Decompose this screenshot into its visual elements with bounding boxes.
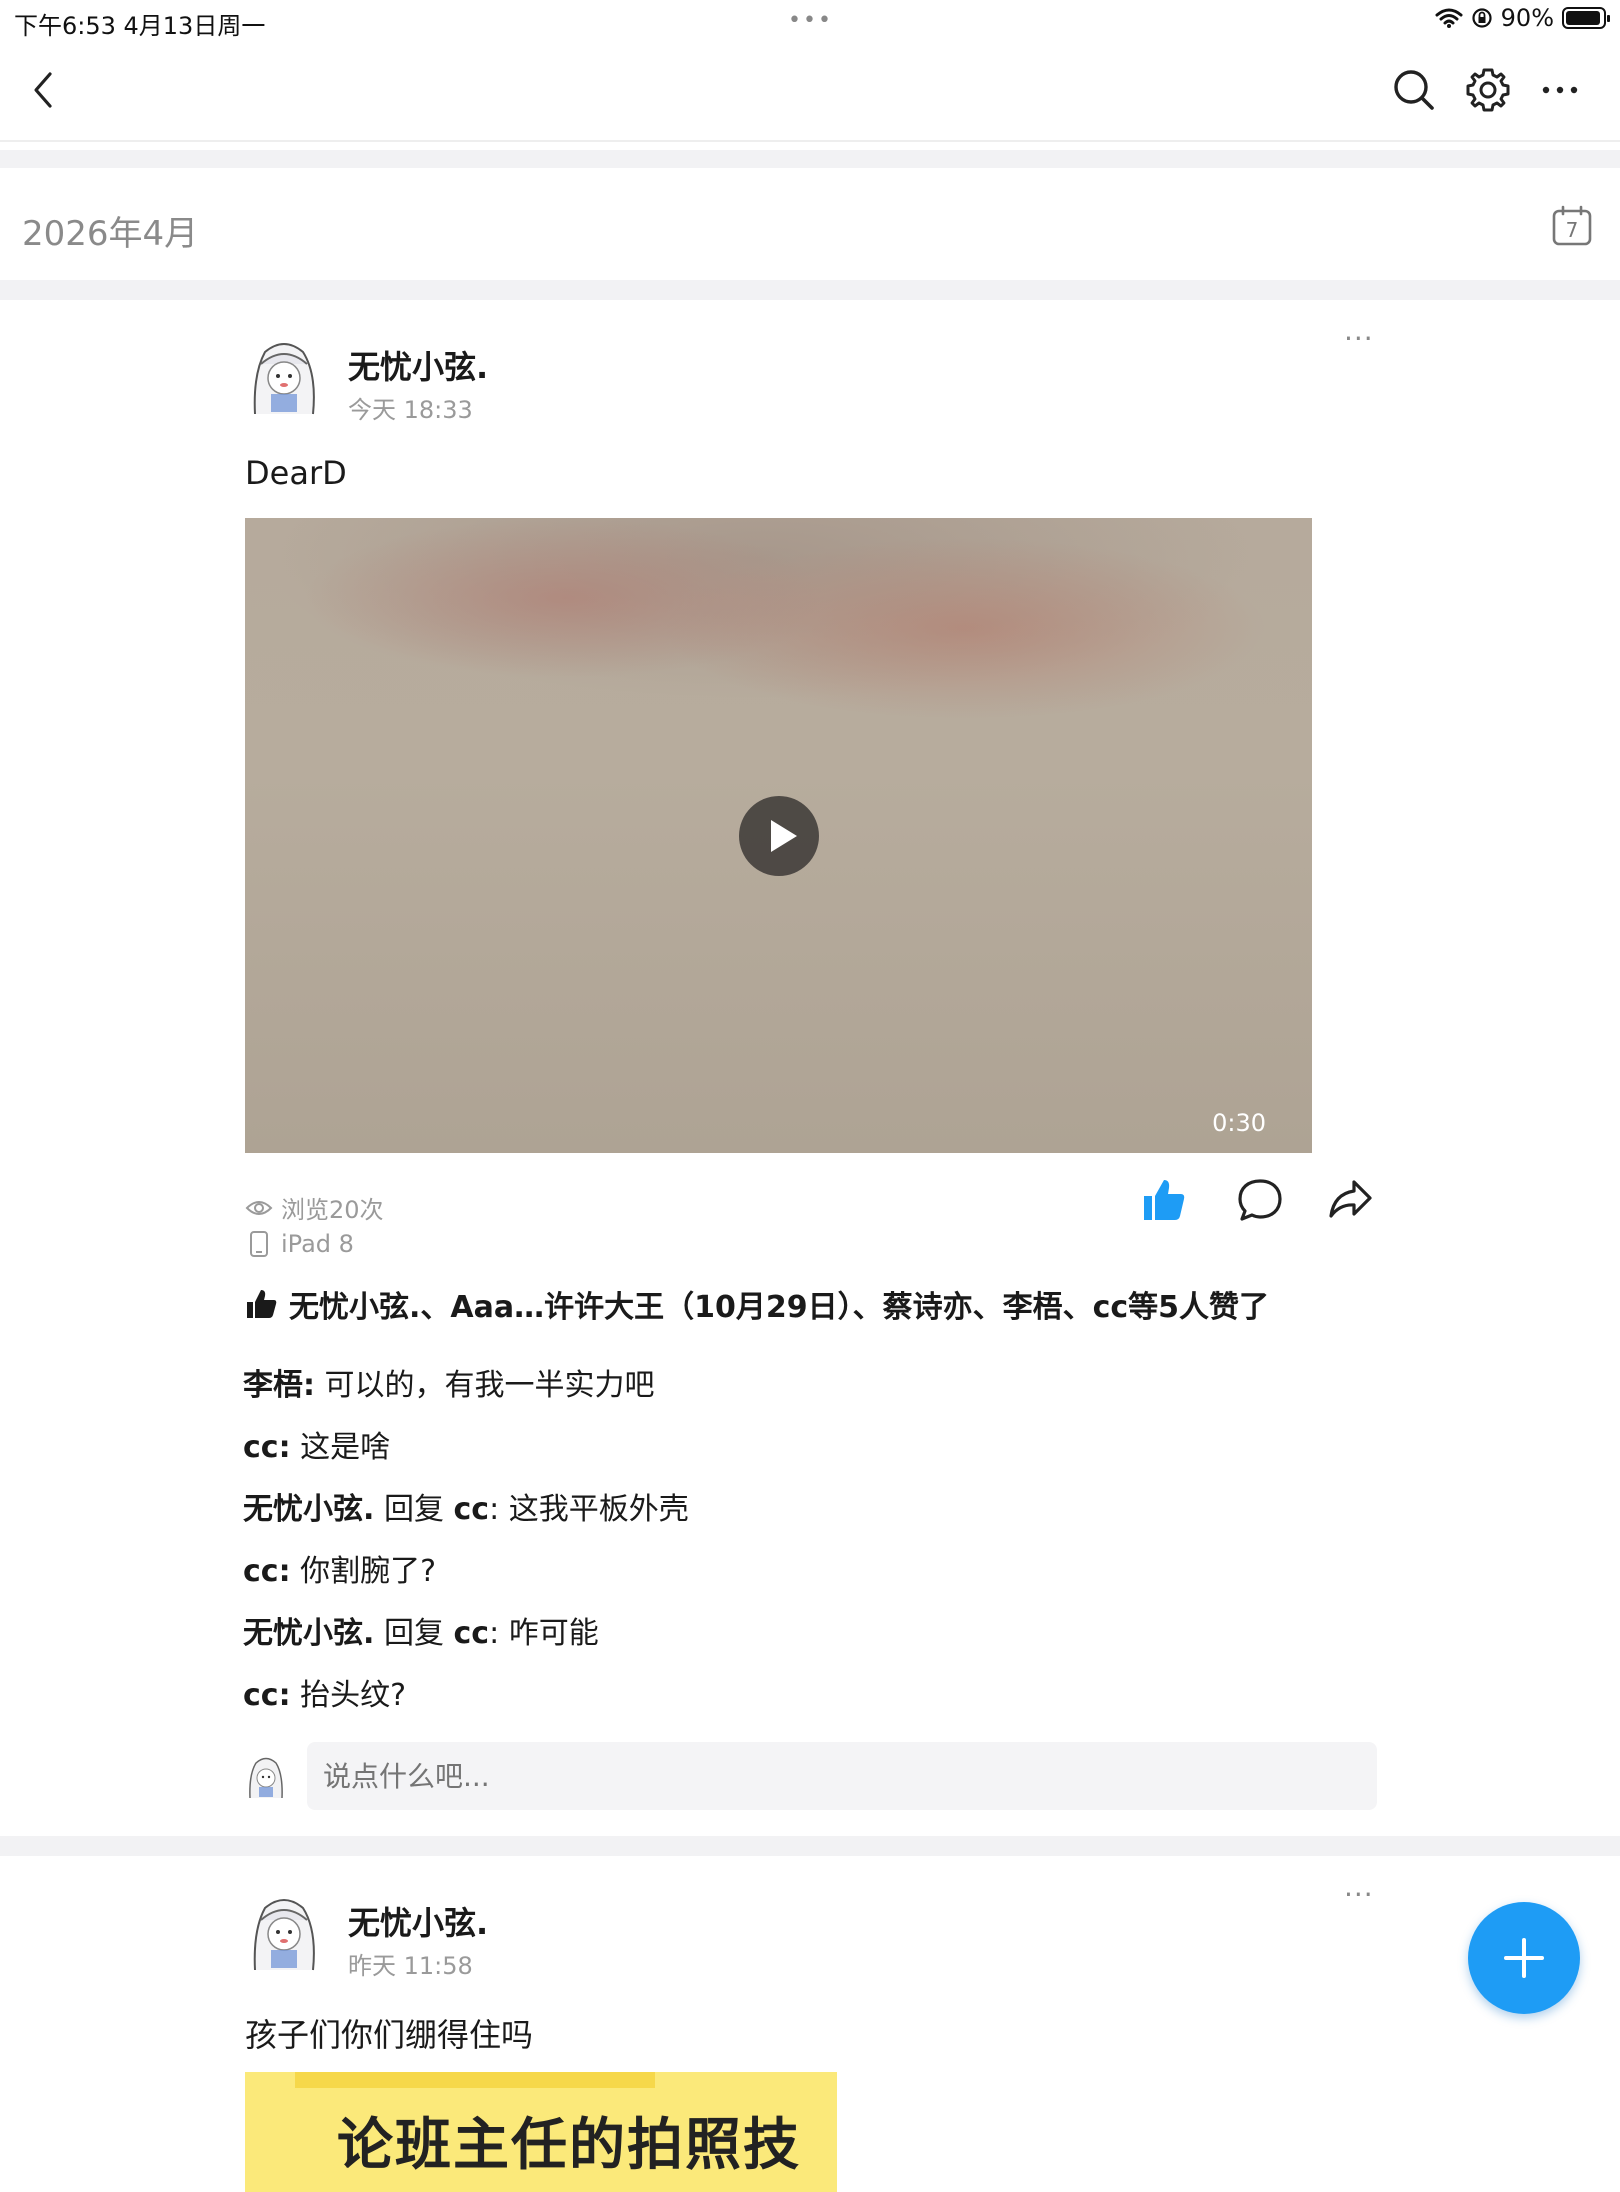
wifi-icon: [1435, 8, 1463, 28]
status-right: 90%: [1435, 4, 1610, 32]
section-separator: [0, 150, 1620, 168]
eye-icon: [245, 1200, 273, 1215]
battery-icon: [1562, 7, 1610, 29]
comment-item[interactable]: cc: 这是啥: [243, 1422, 390, 1466]
comment-text: 这是啥: [300, 1430, 391, 1465]
reply-to[interactable]: cc: [454, 1616, 490, 1651]
post-more-icon[interactable]: ···: [1344, 322, 1374, 355]
comment-item[interactable]: 李梧: 可以的，有我一半实力吧: [243, 1360, 655, 1404]
share-icon[interactable]: [1326, 1176, 1374, 1224]
video-player[interactable]: 0:30: [245, 518, 1312, 1153]
calendar-icon[interactable]: 7: [1550, 204, 1594, 248]
calendar-day: 7: [1566, 218, 1579, 242]
gear-icon[interactable]: [1464, 66, 1512, 114]
like-icon[interactable]: [1140, 1176, 1188, 1224]
search-icon[interactable]: [1390, 66, 1438, 114]
orientation-lock-icon: [1472, 8, 1492, 28]
avatar[interactable]: [245, 1890, 323, 1974]
status-time-date: 下午6:53 4月13日周一: [14, 12, 266, 40]
comment-item[interactable]: 无忧小弦. 回复 cc: 咋可能: [243, 1608, 599, 1652]
multitasking-dots[interactable]: •••: [788, 8, 833, 33]
post-text: 孩子们你们绷得住吗: [245, 2016, 534, 2054]
comment-author[interactable]: cc:: [243, 1554, 291, 1589]
month-header: 2026年4月 7: [0, 168, 1620, 280]
reply-word: 回复: [383, 1492, 444, 1527]
post-time: 昨天 11:58: [348, 1952, 473, 1980]
comment-text: 可以的，有我一半实力吧: [324, 1368, 655, 1403]
post-text: DearD: [245, 454, 347, 492]
post-image[interactable]: 论班主任的拍照技术: [245, 2072, 837, 2192]
battery-percent: 90%: [1500, 4, 1554, 32]
back-icon[interactable]: [26, 70, 66, 110]
comment-author[interactable]: 李梧:: [243, 1368, 315, 1403]
comment-author[interactable]: cc:: [243, 1678, 291, 1713]
avatar[interactable]: [245, 334, 323, 418]
view-count-text: 浏览20次: [281, 1196, 384, 1224]
likes-text[interactable]: 无忧小弦.、Aaa…许许大王（10月29日）、蔡诗亦、李梧、cc等5人赞了: [289, 1282, 1269, 1326]
my-avatar: [245, 1752, 287, 1800]
more-icon[interactable]: [1536, 66, 1584, 114]
comment-text: : 这我平板外壳: [489, 1492, 689, 1527]
video-duration: 0:30: [1212, 1109, 1266, 1137]
comment-icon[interactable]: [1236, 1176, 1284, 1224]
comment-text: 你割腕了?: [300, 1554, 437, 1589]
comment-input[interactable]: [307, 1742, 1377, 1810]
post-author[interactable]: 无忧小弦.: [348, 342, 488, 388]
view-count: 浏览20次: [245, 1190, 384, 1225]
comment-author[interactable]: cc:: [243, 1430, 291, 1465]
reply-word: 回复: [383, 1616, 444, 1651]
thumbs-up-icon: [247, 1290, 277, 1318]
comment-text: : 咋可能: [489, 1616, 599, 1651]
comment-author[interactable]: 无忧小弦.: [243, 1616, 374, 1651]
comment-item[interactable]: 无忧小弦. 回复 cc: 这我平板外壳: [243, 1484, 689, 1528]
post-more-icon[interactable]: ···: [1344, 1878, 1374, 1911]
section-separator: [0, 1836, 1620, 1856]
post-author[interactable]: 无忧小弦.: [348, 1898, 488, 1944]
post-time: 今天 18:33: [348, 396, 473, 424]
nav-bar: [0, 40, 1620, 142]
device-text: iPad 8: [281, 1230, 354, 1258]
section-separator: [0, 280, 1620, 300]
reply-to[interactable]: cc: [454, 1492, 490, 1527]
month-label: 2026年4月: [22, 214, 199, 254]
comment-author[interactable]: 无忧小弦.: [243, 1492, 374, 1527]
comment-item[interactable]: cc: 你割腕了?: [243, 1546, 436, 1590]
status-bar: 下午6:53 4月13日周一 ••• 90%: [0, 0, 1620, 40]
new-post-button[interactable]: [1468, 1902, 1580, 2014]
comment-text: 抬头纹?: [300, 1678, 407, 1713]
tablet-icon: [250, 1231, 268, 1257]
comment-item[interactable]: cc: 抬头纹?: [243, 1670, 406, 1714]
post-image-title: 论班主任的拍照技术: [337, 2113, 801, 2178]
play-icon[interactable]: [739, 796, 819, 876]
likes-summary: 无忧小弦.、Aaa…许许大王（10月29日）、蔡诗亦、李梧、cc等5人赞了: [245, 1282, 1269, 1326]
device-info: iPad 8: [245, 1230, 354, 1258]
